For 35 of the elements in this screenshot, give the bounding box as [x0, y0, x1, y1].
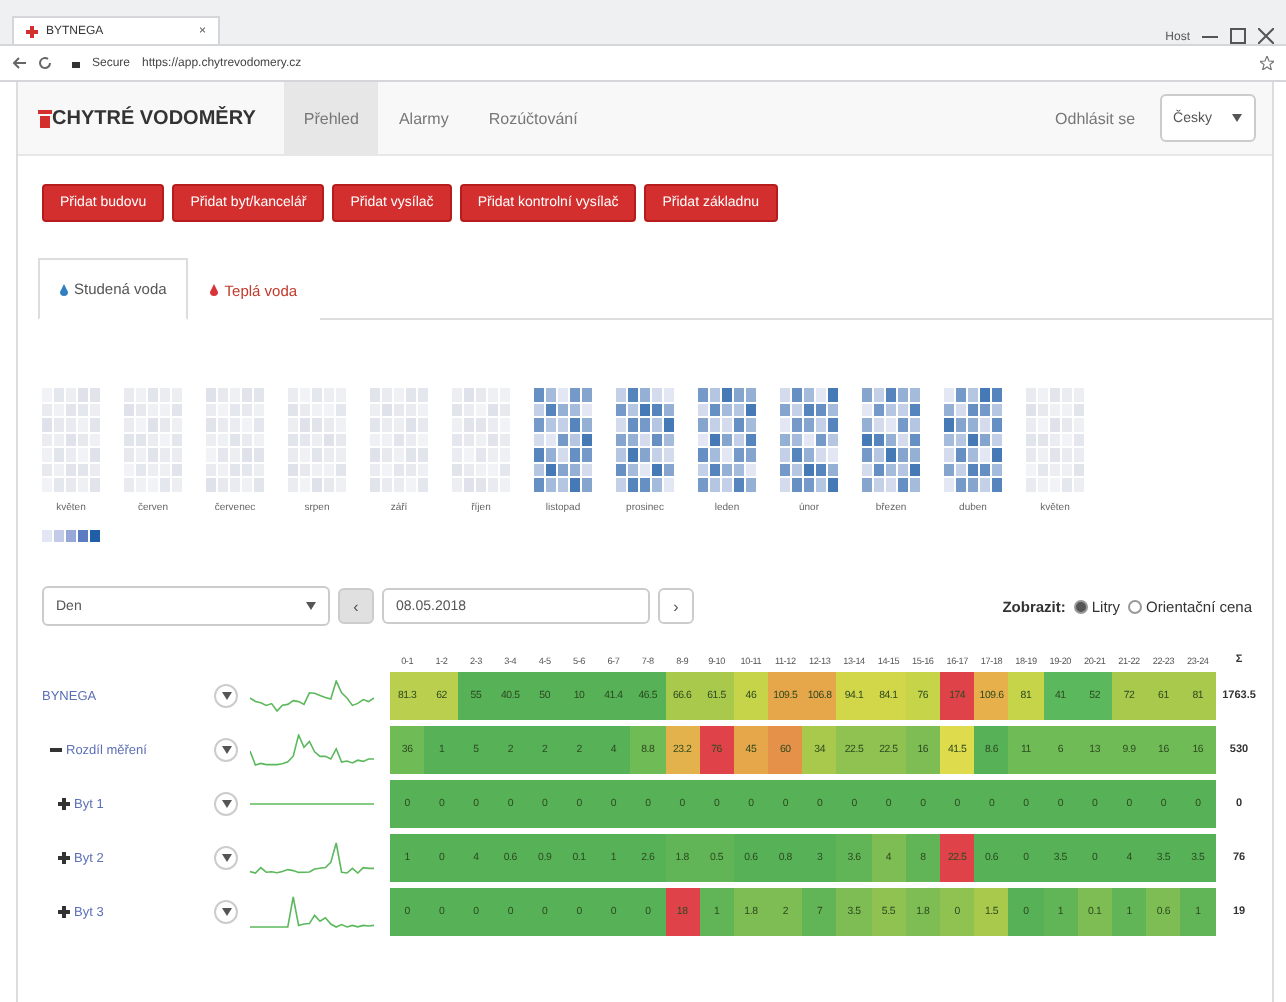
plus-icon[interactable] [58, 852, 70, 864]
caret-icon [221, 800, 231, 808]
row-menu-button[interactable] [214, 684, 238, 708]
reload-icon[interactable] [38, 56, 52, 70]
nav-item[interactable]: Přehled [283, 82, 379, 154]
faucet-icon [38, 109, 52, 127]
close-icon[interactable] [1258, 28, 1274, 44]
back-arrow-icon[interactable] [12, 56, 26, 70]
sparkline-drawing [250, 896, 374, 928]
sparkline-drawing [250, 734, 374, 766]
plus-icon[interactable] [58, 798, 70, 810]
previous-button[interactable]: ‹ [338, 588, 374, 624]
logout-link[interactable]: Odhlásit se [1055, 109, 1136, 127]
row-menu-button[interactable] [214, 738, 238, 762]
plus-icon[interactable] [58, 906, 70, 918]
caret-icon [221, 692, 231, 700]
row-menu-button[interactable] [214, 792, 238, 816]
row-menu-button[interactable] [214, 846, 238, 870]
sparkline-drawing [250, 680, 374, 712]
caret-icon [221, 908, 231, 916]
caret-icon [306, 602, 316, 610]
caret-icon [1232, 114, 1242, 122]
plus-icon [26, 25, 38, 37]
maximize-icon[interactable] [1230, 28, 1246, 44]
next-button[interactable]: › [658, 588, 694, 624]
row-menu-button[interactable] [214, 900, 238, 924]
caret-icon [221, 854, 231, 862]
sparkline-drawing [250, 802, 374, 806]
nav-item[interactable]: Alarmy [378, 82, 469, 154]
lock-icon [72, 58, 80, 68]
caret-icon [221, 746, 231, 754]
sparkline-drawing [250, 842, 374, 874]
star-icon[interactable] [1260, 56, 1274, 70]
nav-item[interactable]: Rozúčtování [468, 82, 598, 154]
logo-text[interactable]: CHYTRÉ VODOMĚRY [52, 107, 256, 129]
